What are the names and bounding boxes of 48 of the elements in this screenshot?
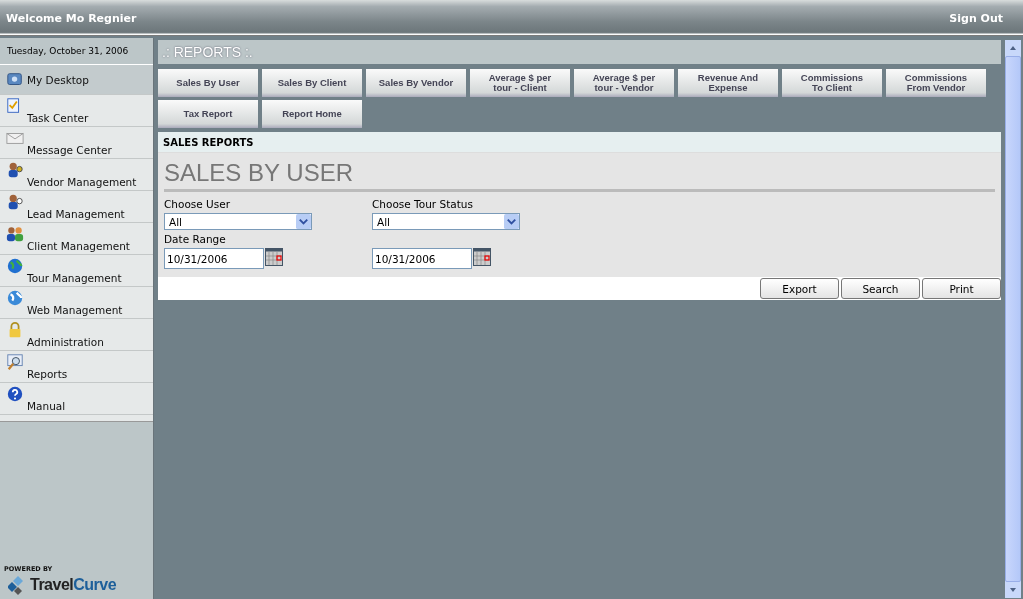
report-tab-button[interactable]: Revenue And Expense [678,69,778,97]
nav-item[interactable]: Vendor Management [0,159,153,191]
report-title: SALES BY USER [164,159,995,192]
brand-logo-text: TravelCurve [30,576,117,594]
end-date-field[interactable]: 10/31/2006 [372,248,472,269]
section-title: .: REPORTS :. [162,44,253,60]
report-tab-button[interactable]: Sales By Client [262,69,362,97]
vertical-scrollbar[interactable] [1005,40,1021,598]
report-tab-button[interactable]: Average $ per tour - Vendor [574,69,674,97]
field-label: Date Range [164,233,227,247]
report-tab-button[interactable]: Commissions To Client [782,69,882,97]
nav-item[interactable]: Reports [0,351,153,383]
report-tab-button[interactable]: Commissions From Vendor [886,69,986,97]
report-tab-button[interactable]: Average $ per tour - Client [470,69,570,97]
action-button[interactable]: Export [760,278,839,299]
report-tab-button[interactable]: Sales By User [158,69,258,97]
nav-item[interactable]: Lead Management [0,191,153,223]
report-tab-button[interactable]: Report Home [262,100,362,128]
field-label: Choose Tour Status [372,198,474,212]
user-dropdown[interactable]: All [164,213,312,230]
nav-item[interactable]: Message Center [0,127,153,159]
nav-item[interactable]: Web Management [0,287,153,319]
action-button[interactable]: Search [841,278,920,299]
nav-item[interactable]: Task Center [0,95,153,127]
start-date-field[interactable]: 10/31/2006 [164,248,264,269]
nav-item[interactable]: Administration [0,319,153,351]
scroll-down-icon[interactable] [1005,582,1021,598]
welcome-text: Welcome Mo Regnier [6,11,137,25]
globe-icon [6,289,24,307]
tour-status-dropdown[interactable]: All [372,213,520,230]
nav-item[interactable]: My Desktop [0,65,153,95]
person-icon [6,193,24,211]
globe-icon [6,257,24,275]
people-icon [6,225,24,243]
nav-item[interactable]: Tour Management [0,255,153,287]
nav-item[interactable]: Manual [0,383,153,415]
person-icon [6,161,24,179]
calendar-icon[interactable] [265,248,283,266]
nav-item[interactable]: Client Management [0,223,153,255]
panel-heading: SALES REPORTS [158,132,1001,153]
calendar-icon[interactable] [473,248,491,266]
field-label: Choose User [164,198,232,212]
report-tab-button[interactable]: Tax Report [158,100,258,128]
action-button[interactable]: Print [922,278,1001,299]
scroll-up-icon[interactable] [1005,40,1021,56]
magnifier-icon [6,353,24,371]
help-icon [6,385,24,403]
report-tab-button[interactable]: Sales By Vendor [366,69,466,97]
